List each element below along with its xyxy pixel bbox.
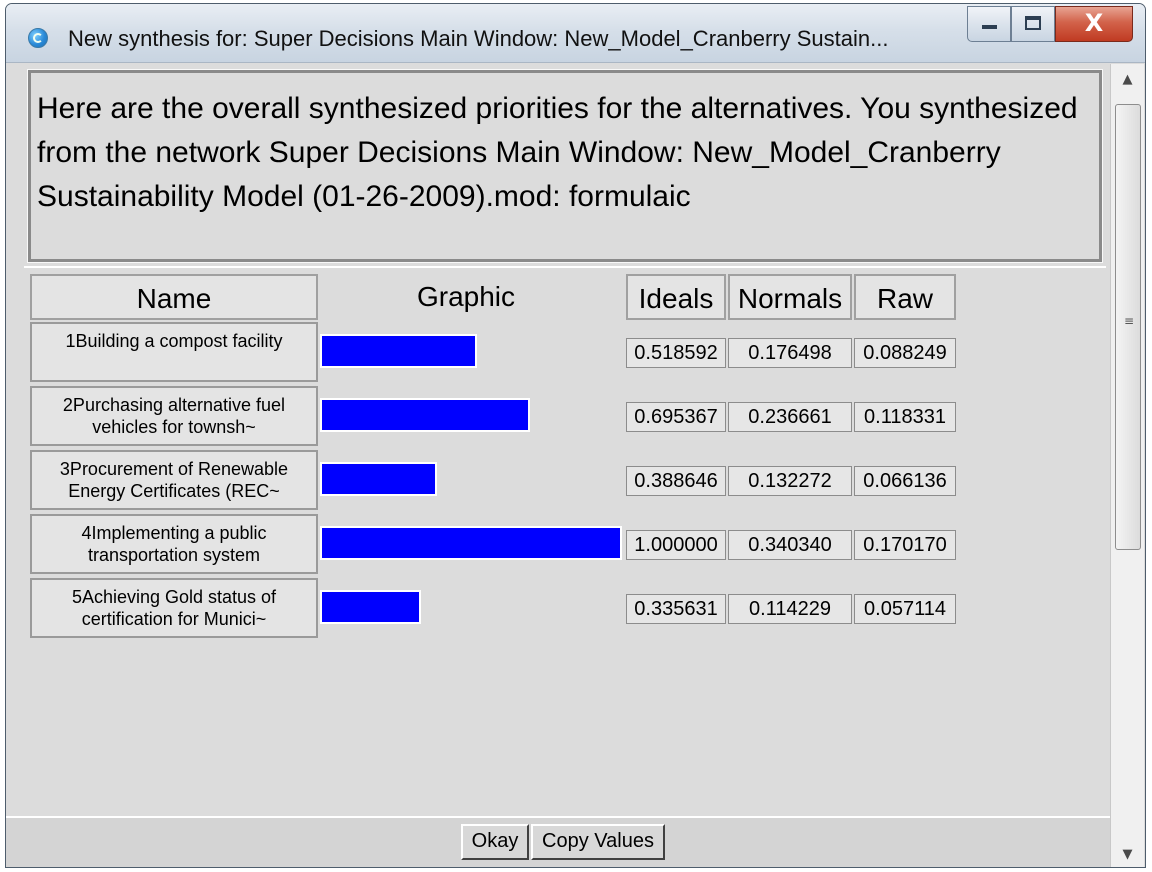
- normals-value: 0.114229: [728, 594, 852, 624]
- column-header-graphic: Graphic: [416, 281, 516, 312]
- normals-value: 0.132272: [728, 466, 852, 496]
- header-message: Here are the overall synthesized priorit…: [37, 92, 1078, 213]
- alternative-name: 3Procurement of Renewable Energy Certifi…: [30, 450, 318, 510]
- minimize-icon: [982, 25, 997, 29]
- ideals-value: 0.335631: [626, 594, 726, 624]
- minimize-button[interactable]: [967, 6, 1011, 42]
- column-header-raw: Raw: [854, 274, 956, 320]
- okay-button[interactable]: Okay: [461, 824, 529, 860]
- ideals-value: 0.695367: [626, 402, 726, 432]
- priority-bar: [320, 590, 421, 624]
- scrollbar-thumb[interactable]: ≡: [1115, 104, 1141, 550]
- synthesis-window: New synthesis for: Super Decisions Main …: [5, 3, 1146, 868]
- priority-bar: [320, 462, 437, 496]
- normals-value: 0.340340: [728, 530, 852, 560]
- raw-value: 0.088249: [854, 338, 956, 368]
- table-row: 2Purchasing alternative fuel vehicles fo…: [6, 386, 1006, 448]
- scrollbar-grip-icon: ≡: [1124, 314, 1135, 328]
- caption-buttons: X: [967, 6, 1133, 44]
- app-refresh-icon[interactable]: [28, 28, 48, 48]
- raw-value: 0.066136: [854, 466, 956, 496]
- priority-bar: [320, 398, 530, 432]
- header-message-panel: Here are the overall synthesized priorit…: [27, 69, 1103, 263]
- window-title: New synthesis for: Super Decisions Main …: [68, 26, 889, 51]
- table-row: 4Implementing a public transportation sy…: [6, 514, 1006, 576]
- alternative-name: 5Achieving Gold status of certification …: [30, 578, 318, 638]
- vertical-scrollbar[interactable]: ▲ ≡ ▼: [1110, 64, 1144, 867]
- normals-value: 0.176498: [728, 338, 852, 368]
- panel-divider: [24, 266, 1106, 268]
- alternative-name: 1Building a compost facility: [30, 322, 318, 382]
- raw-value: 0.057114: [854, 594, 956, 624]
- column-header-name: Name: [30, 274, 318, 320]
- raw-value: 0.170170: [854, 530, 956, 560]
- table-row: 5Achieving Gold status of certification …: [6, 578, 1006, 640]
- close-icon: X: [1084, 9, 1104, 37]
- priority-bar: [320, 526, 622, 560]
- copy-values-button[interactable]: Copy Values: [531, 824, 665, 860]
- priority-bar: [320, 334, 477, 368]
- scroll-down-arrow-icon[interactable]: ▼: [1111, 841, 1144, 867]
- table-row: 3Procurement of Renewable Energy Certifi…: [6, 450, 1006, 512]
- alternative-name: 4Implementing a public transportation sy…: [30, 514, 318, 574]
- maximize-icon: [1025, 16, 1041, 30]
- raw-value: 0.118331: [854, 402, 956, 432]
- title-bar[interactable]: New synthesis for: Super Decisions Main …: [6, 4, 1145, 63]
- scroll-up-arrow-icon[interactable]: ▲: [1111, 66, 1144, 94]
- maximize-button[interactable]: [1011, 6, 1055, 42]
- normals-value: 0.236661: [728, 402, 852, 432]
- table-row: 1Building a compost facility 0.518592 0.17…: [6, 322, 1006, 384]
- column-header-ideals: Ideals: [626, 274, 726, 320]
- ideals-value: 1.000000: [626, 530, 726, 560]
- ideals-value: 0.518592: [626, 338, 726, 368]
- ideals-value: 0.388646: [626, 466, 726, 496]
- column-header-normals: Normals: [728, 274, 852, 320]
- close-button[interactable]: X: [1055, 6, 1133, 42]
- alternative-name: 2Purchasing alternative fuel vehicles fo…: [30, 386, 318, 446]
